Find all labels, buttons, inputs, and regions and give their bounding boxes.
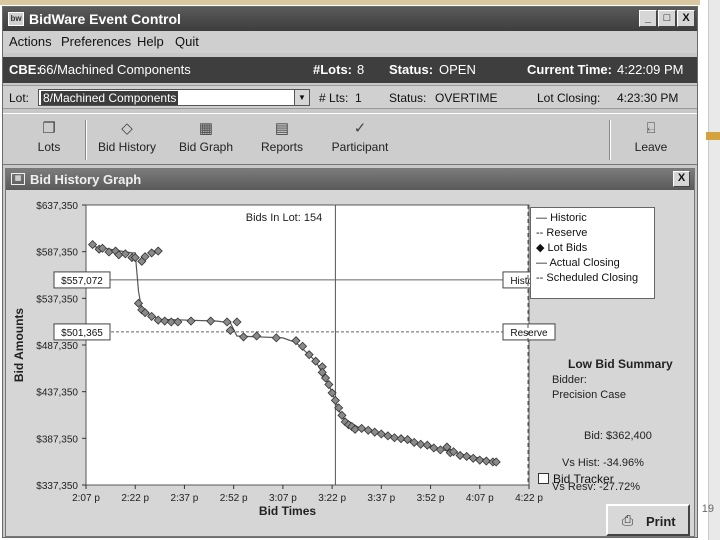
legend-historic: — Historic: [536, 212, 587, 224]
lot-status-label: Status:: [389, 91, 427, 105]
lots-label: #Lots:: [313, 62, 352, 77]
window-title: BidWare Event Control: [29, 11, 181, 27]
historic-value-label: $557,072: [61, 276, 103, 287]
minimize-button[interactable]: _: [639, 10, 657, 27]
toolbar-separator: [609, 120, 611, 160]
reports-tool-label: Reports: [260, 140, 304, 154]
participant-tool-label: Participant: [331, 140, 389, 154]
x-tick-label: 3:07 p: [269, 493, 297, 504]
x-axis-label: Bid Times: [259, 504, 316, 518]
lot-info-bar: Lot: 8/Machined Components ▼ # Lts: 1 St…: [3, 85, 697, 109]
vs-historic: Vs Hist: -34.96%: [562, 457, 644, 469]
y-tick-label: $437,350: [36, 388, 78, 399]
y-tick-label: $387,350: [36, 434, 78, 445]
maximize-button[interactable]: □: [658, 10, 676, 27]
bidder-label: Bidder:: [552, 374, 587, 386]
lts-value: 1: [355, 91, 362, 105]
participant-tool-button[interactable]: ✓ Participant: [329, 118, 391, 164]
low-bid-amount: Bid: $362,400: [584, 430, 652, 442]
menu-bar: Actions Preferences Help Quit: [3, 31, 697, 53]
status-label: Status:: [389, 62, 434, 77]
menu-preferences[interactable]: Preferences: [61, 34, 131, 49]
legend-actual-closing: — Actual Closing: [536, 257, 620, 269]
x-tick-label: 2:52 p: [220, 493, 248, 504]
lot-label: Lot:: [9, 91, 30, 105]
slide-number: 19: [701, 503, 714, 515]
lot-status-value: OVERTIME: [435, 91, 498, 105]
x-tick-label: 2:22 p: [121, 493, 149, 504]
slide-side-stripe: [708, 0, 720, 540]
y-tick-label: $337,350: [36, 481, 78, 492]
event-info-bar: CBE: 66/Machined Components #Lots: 8 Sta…: [3, 57, 697, 83]
leave-tool-label: Leave: [634, 140, 668, 154]
lots-value: 8: [357, 62, 365, 77]
y-tick-label: $587,350: [36, 248, 78, 259]
close-button[interactable]: X: [677, 10, 695, 27]
bid-history-icon: ◇: [121, 120, 133, 137]
reports-tool-button[interactable]: ▤ Reports: [257, 118, 307, 164]
cbe-value: 66/Machined Components: [39, 62, 191, 77]
current-time-value: 4:22:09 PM: [617, 62, 684, 77]
vs-reserve: Vs Resv: -27.72%: [552, 481, 641, 493]
bid-graph-tool-button[interactable]: ▦ Bid Graph: [175, 118, 237, 164]
x-tick-label: 2:37 p: [171, 493, 199, 504]
chart-legend: — Historic -- Reserve ◆ Lot Bids — Actua…: [530, 207, 655, 299]
reports-icon: ▤: [274, 120, 290, 137]
chevron-down-icon[interactable]: ▼: [294, 90, 309, 105]
plot-area: [85, 204, 530, 486]
menu-quit[interactable]: Quit: [175, 34, 199, 49]
y-axis-label: Bid Amounts: [12, 308, 26, 383]
legend-reserve: -- Reserve: [536, 227, 588, 239]
app-window: bw BidWare Event Control _ □ X Actions P…: [2, 6, 698, 538]
bid-graph-tool-label: Bid Graph: [178, 140, 234, 154]
title-bar[interactable]: bw BidWare Event Control _ □ X: [3, 7, 697, 31]
reserve-value-label: $501,365: [61, 328, 103, 339]
lots-icon: ❐: [42, 120, 56, 137]
leave-tool-button[interactable]: ⍇ Leave: [627, 118, 675, 164]
low-bid-summary-title: Low Bid Summary: [568, 357, 673, 371]
bid-history-graph-window: ▦ Bid History Graph X $637,350 $587,350 $5…: [5, 168, 695, 537]
lot-closing-value: 4:23:30 PM: [617, 91, 679, 105]
x-tick-label: 4:07 p: [466, 493, 494, 504]
door-icon: ⍇: [646, 120, 656, 137]
y-tick-label: $537,350: [36, 294, 78, 305]
reserve-tag: Reserve: [510, 328, 548, 339]
app-icon: bw: [8, 12, 24, 26]
x-tick-label: 3:37 p: [367, 493, 395, 504]
toolbar: ❐ Lots ◇ Bid History ▦ Bid Graph ▤ Repor…: [3, 113, 697, 165]
lts-label: # Lts:: [319, 91, 349, 105]
menu-actions[interactable]: Actions: [9, 34, 52, 49]
checkbox-icon[interactable]: [538, 473, 549, 484]
chart-title: Bids In Lot: 154: [246, 212, 322, 224]
legend-scheduled-closing: -- Scheduled Closing: [536, 272, 639, 284]
x-tick-label: 4:22 p: [515, 493, 543, 504]
slide-top-border: [0, 0, 700, 5]
bid-history-tool-button[interactable]: ◇ Bid History: [95, 118, 159, 164]
lots-tool-button[interactable]: ❐ Lots: [27, 118, 71, 164]
legend-lot-bids: ◆ Lot Bids: [536, 242, 588, 254]
status-value: OPEN: [439, 62, 476, 77]
y-tick-label: $637,350: [36, 201, 78, 212]
print-label: Print: [646, 514, 676, 529]
lot-select[interactable]: 8/Machined Components ▼: [38, 89, 310, 106]
bid-graph-icon: ▦: [198, 120, 214, 137]
x-tick-label: 3:22 p: [318, 493, 346, 504]
lot-closing-label: Lot Closing:: [537, 91, 601, 105]
x-tick-label: 2:07 p: [72, 493, 100, 504]
menu-help[interactable]: Help: [137, 34, 164, 49]
x-tick-label: 3:52 p: [417, 493, 445, 504]
lot-select-value: 8/Machined Components: [41, 91, 179, 105]
bid-history-tool-label: Bid History: [97, 140, 156, 154]
cbe-label: CBE:: [9, 62, 41, 77]
bidder-value: Precision Case: [552, 389, 626, 401]
printer-icon: ⎙: [622, 512, 634, 528]
y-tick-label: $487,350: [36, 341, 78, 352]
checkmark-icon: ✓: [353, 120, 367, 137]
lots-tool-label: Lots: [37, 140, 61, 154]
print-button[interactable]: ⎙ Print: [606, 504, 690, 536]
slide-side-accent: [706, 132, 720, 140]
toolbar-separator: [85, 120, 87, 160]
current-time-label: Current Time:: [527, 62, 612, 77]
